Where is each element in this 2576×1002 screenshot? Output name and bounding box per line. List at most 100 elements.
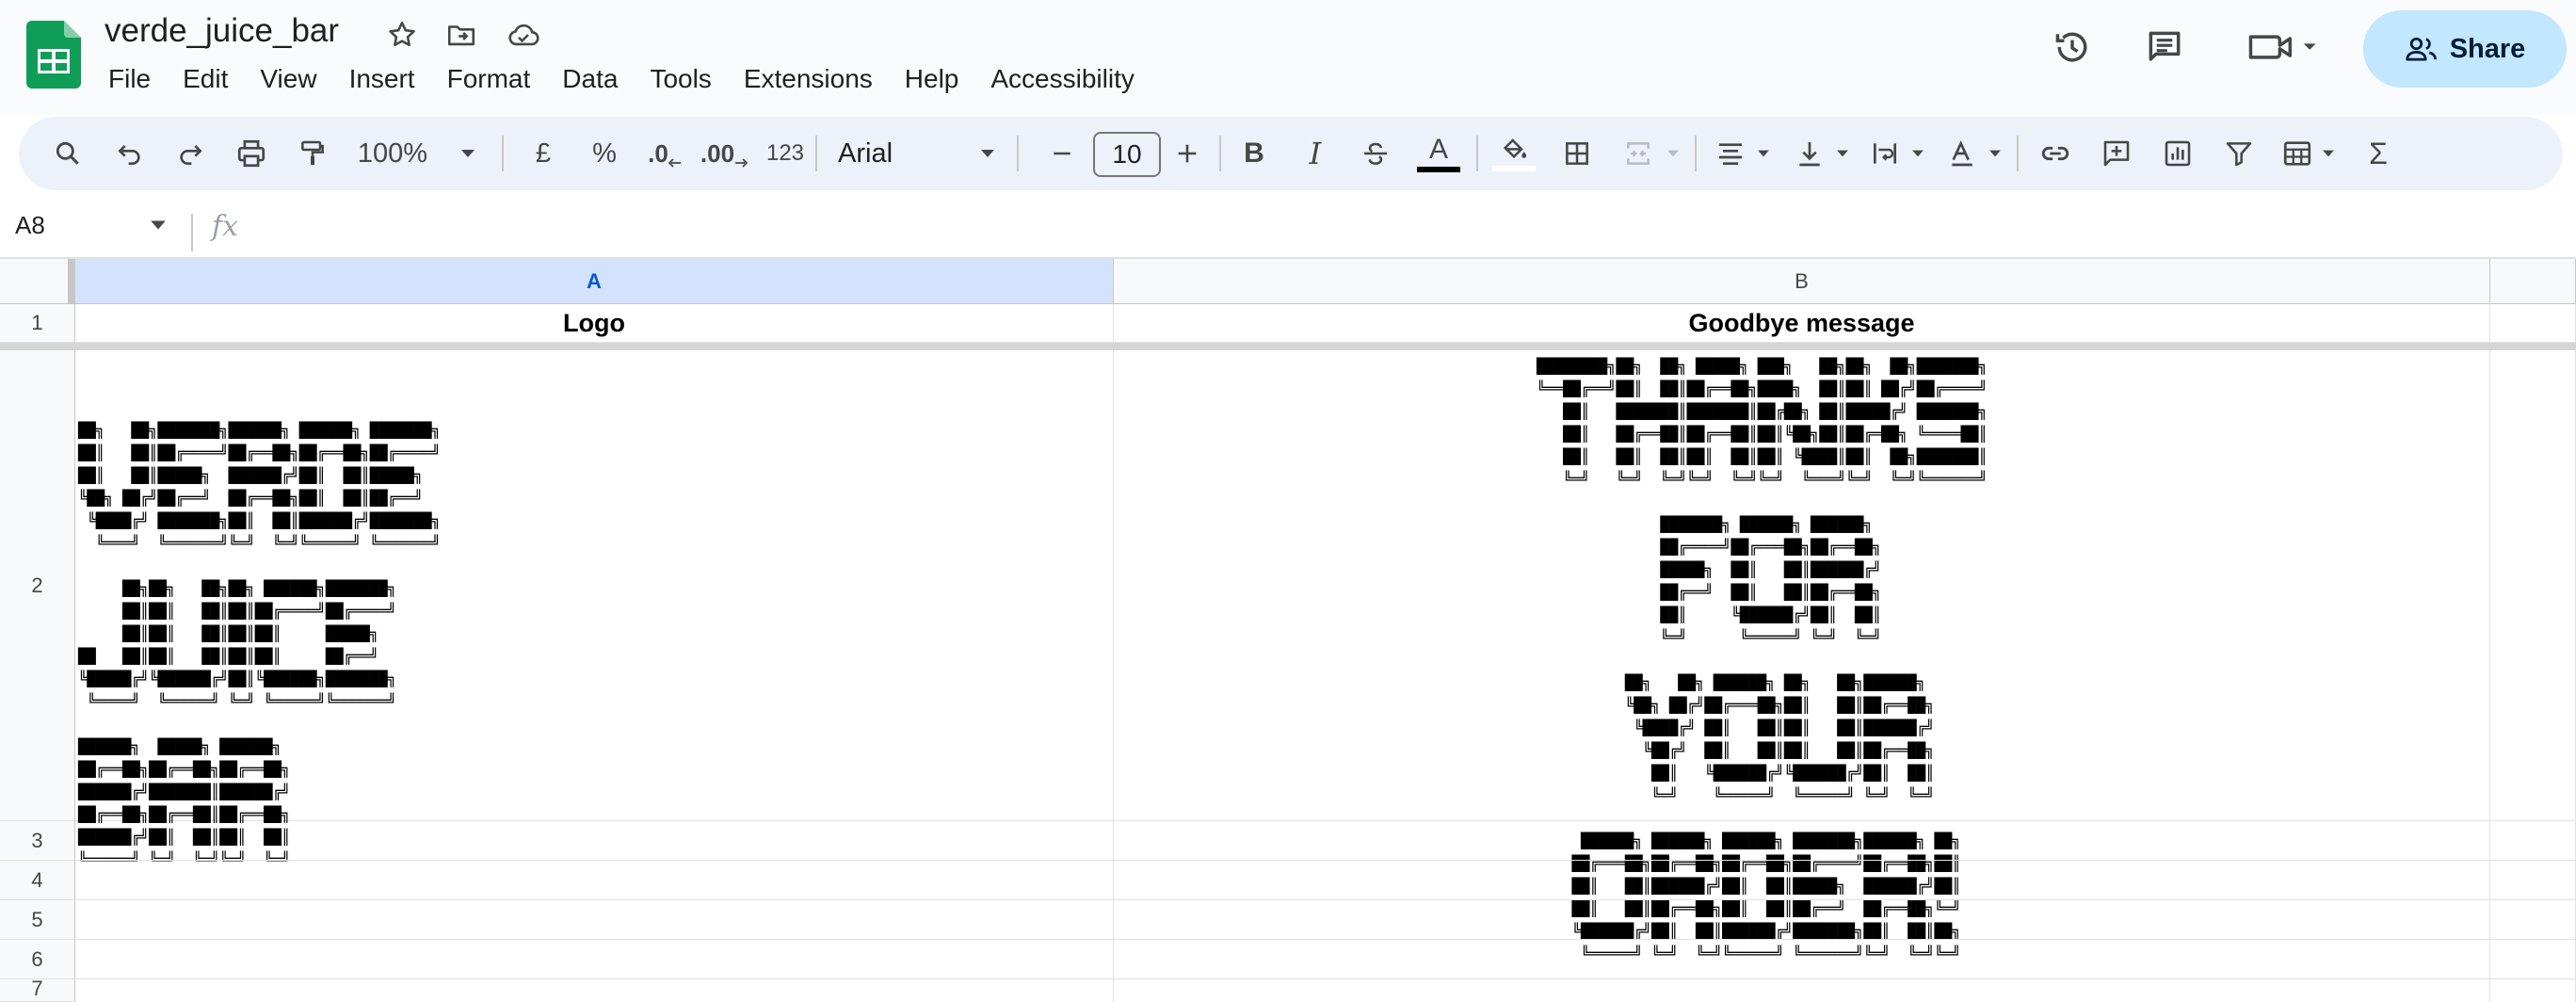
align-chevron-down-icon[interactable] (1753, 117, 1774, 190)
cell-a7[interactable] (75, 979, 1114, 1002)
wrap-chevron-down-icon[interactable] (1908, 117, 1928, 190)
document-title[interactable]: verde_juice_bar (105, 9, 339, 53)
table-icon[interactable] (2277, 117, 2318, 190)
number-format-button[interactable]: 123 (756, 117, 814, 190)
text-wrapping-icon[interactable] (1864, 117, 1906, 190)
menu-edit[interactable]: Edit (167, 58, 244, 100)
merge-cells-icon[interactable] (1618, 117, 1659, 190)
cell-b7[interactable] (1114, 979, 2490, 1002)
redo-icon[interactable] (169, 117, 211, 190)
cloud-saved-icon[interactable] (502, 13, 545, 57)
cell-c4[interactable] (2490, 861, 2576, 900)
filter-icon[interactable] (2218, 117, 2260, 190)
vertical-align-icon[interactable] (1789, 117, 1830, 190)
column-header-a[interactable]: A (75, 259, 1114, 304)
comment-icon[interactable] (2096, 117, 2137, 190)
menu-help[interactable]: Help (889, 58, 975, 100)
toolbar-divider (1695, 136, 1697, 171)
cell-b3[interactable] (1114, 821, 2490, 861)
row-header-3[interactable]: 3 (0, 821, 75, 861)
share-label: Share (2449, 33, 2526, 64)
menu-format[interactable]: Format (431, 58, 547, 100)
column-header-b[interactable]: B (1114, 259, 2490, 304)
strikethrough-icon[interactable] (1355, 117, 1396, 190)
share-button[interactable]: Share (2363, 10, 2567, 88)
menu-file[interactable]: File (92, 58, 167, 100)
name-box[interactable]: A8 (15, 211, 45, 240)
move-folder-icon[interactable] (440, 13, 483, 57)
cell-a1[interactable]: Logo (75, 304, 1114, 343)
zoom-chevron-down-icon[interactable] (456, 117, 480, 190)
row-header-5[interactable]: 5 (0, 900, 75, 940)
row-header-1[interactable]: 1 (0, 304, 75, 343)
decrease-decimals-button[interactable]: .0 (641, 117, 688, 190)
percent-format-button[interactable]: % (584, 117, 625, 190)
fill-color-icon[interactable] (1490, 117, 1538, 190)
cell-c5[interactable] (2490, 900, 2576, 940)
chart-icon[interactable] (2157, 117, 2198, 190)
cell-b5[interactable] (1114, 900, 2490, 940)
rotate-chevron-down-icon[interactable] (1985, 117, 2005, 190)
frozen-column-handle[interactable] (68, 259, 75, 304)
cell-a5[interactable] (75, 900, 1114, 940)
cell-c3[interactable] (2490, 821, 2576, 861)
menu-data[interactable]: Data (546, 58, 634, 100)
increase-decimals-button[interactable]: .00 (698, 117, 750, 190)
italic-icon[interactable]: I (1295, 117, 1336, 190)
name-box-chevron-down-icon[interactable] (149, 218, 168, 236)
menu-view[interactable]: View (244, 58, 332, 100)
star-icon[interactable] (380, 13, 424, 57)
cell-a4[interactable] (75, 861, 1114, 900)
horizontal-align-icon[interactable] (1710, 117, 1751, 190)
frozen-row-divider[interactable] (0, 343, 2576, 350)
menu-tools[interactable]: Tools (634, 58, 727, 100)
undo-icon[interactable] (109, 117, 151, 190)
text-color-icon[interactable]: A (1415, 117, 1462, 190)
menu-extensions[interactable]: Extensions (728, 58, 889, 100)
paint-format-icon[interactable] (292, 117, 333, 190)
merge-chevron-down-icon[interactable] (1663, 117, 1683, 190)
row-header-4[interactable]: 4 (0, 861, 75, 900)
functions-icon[interactable]: Σ (2358, 117, 2399, 190)
cell-c6[interactable] (2490, 940, 2576, 979)
menu-accessibility[interactable]: Accessibility (974, 58, 1150, 100)
row-header-7[interactable]: 7 (0, 977, 75, 1002)
print-icon[interactable] (231, 117, 272, 190)
select-all-corner[interactable] (0, 259, 75, 304)
zoom-select[interactable]: 100% (358, 117, 427, 190)
toolbar: 100% £ % .0 .00 123 Arial 10 B I A Σ (19, 117, 2563, 190)
cell-b1[interactable]: Goodbye message (1114, 304, 2490, 343)
cell-a3[interactable] (75, 821, 1114, 861)
row-header-2[interactable]: 2 (0, 350, 75, 821)
version-history-icon[interactable] (2046, 21, 2099, 73)
row-header-6[interactable]: 6 (0, 940, 75, 979)
formula-input[interactable] (264, 209, 2561, 250)
cell-c2[interactable] (2490, 350, 2576, 821)
font-chevron-down-icon[interactable] (975, 117, 1000, 190)
cell-b4[interactable] (1114, 861, 2490, 900)
text-rotation-icon[interactable] (1941, 117, 1983, 190)
sheets-logo-icon[interactable] (26, 21, 81, 89)
toolbar-divider (2017, 136, 2019, 171)
cell-a6[interactable] (75, 940, 1114, 979)
decrease-font-size-icon[interactable] (1041, 117, 1083, 190)
comments-icon[interactable] (2138, 21, 2191, 73)
cell-c7[interactable] (2490, 979, 2576, 1002)
search-icon[interactable] (47, 117, 89, 190)
valign-chevron-down-icon[interactable] (1832, 117, 1853, 190)
table-chevron-down-icon[interactable] (2318, 117, 2339, 190)
increase-font-size-icon[interactable] (1167, 117, 1208, 190)
number-format-label: 123 (765, 140, 805, 166)
toolbar-divider (1017, 136, 1019, 171)
font-size-input[interactable]: 10 (1093, 132, 1161, 177)
menu-insert[interactable]: Insert (333, 58, 431, 100)
menu-bar: File Edit View Insert Format Data Tools … (92, 58, 1151, 100)
cell-b6[interactable] (1114, 940, 2490, 979)
borders-icon[interactable] (1556, 117, 1598, 190)
column-header-c[interactable] (2490, 259, 2576, 304)
meet-call-icon[interactable] (2241, 21, 2326, 73)
cell-c1[interactable] (2490, 304, 2576, 343)
bold-icon[interactable]: B (1233, 117, 1275, 190)
currency-format-button[interactable]: £ (523, 117, 564, 190)
link-icon[interactable] (2035, 117, 2076, 190)
